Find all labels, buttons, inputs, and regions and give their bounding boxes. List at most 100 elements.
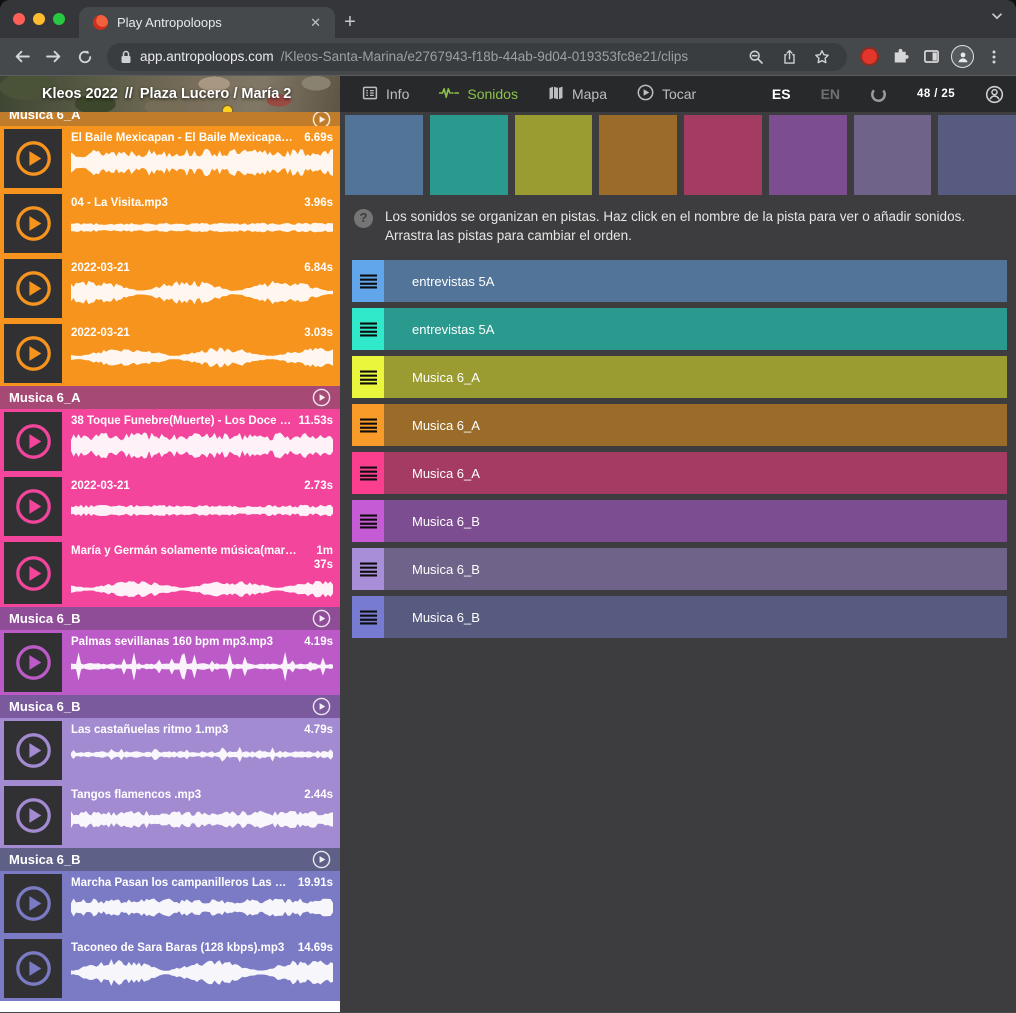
account-icon[interactable] [985,85,1004,104]
track-row-bar[interactable]: Musica 6_B [384,596,1007,638]
track-row[interactable]: entrevistas 5A [352,308,1007,350]
clip-play-button[interactable] [4,874,62,933]
map-header[interactable]: Kleos 2022 // Plaza Lucero / María 2 [0,76,340,112]
browser-menu-kebab-icon[interactable] [979,43,1008,71]
track-pad[interactable] [430,115,508,195]
clip-waveform [71,956,333,989]
section-play-icon[interactable] [312,112,331,126]
clip-play-button[interactable] [4,412,62,471]
clip-play-button[interactable] [4,324,62,383]
track-row[interactable]: Musica 6_A [352,356,1007,398]
clip-item[interactable]: Taconeo de Sara Baras (128 kbps).mp314.6… [0,936,340,1001]
clip-item[interactable]: María y Germán solamente música(maría 2.… [0,539,340,607]
track-row-bar[interactable]: entrevistas 5A [384,260,1007,302]
chevron-down-icon[interactable] [990,9,1004,28]
clip-item[interactable]: 2022-03-213.03s [0,321,340,386]
tab-close-icon[interactable]: ✕ [306,13,325,33]
section-play-icon[interactable] [312,609,331,628]
clip-section-header[interactable]: Musica 6_B [0,607,340,630]
nav-mapa[interactable]: Mapa [548,85,607,104]
clip-section-header[interactable]: Musica 6_A [0,112,340,126]
lang-es-button[interactable]: ES [772,86,791,102]
clip-duration: 11.53s [298,414,333,428]
lang-en-button[interactable]: EN [821,86,840,102]
drag-handle[interactable] [352,548,384,590]
drag-handle[interactable] [352,500,384,542]
track-row-bar[interactable]: Musica 6_A [384,452,1007,494]
clip-item[interactable]: 38 Toque Funebre(Muerte) - Los Doce Par.… [0,409,340,474]
nav-tocar[interactable]: Tocar [637,84,696,104]
track-row-bar[interactable]: Musica 6_B [384,548,1007,590]
extensions-puzzle-icon[interactable] [886,43,915,71]
track-pad[interactable] [769,115,847,195]
clip-waveform [71,891,333,924]
clip-item[interactable]: 2022-03-212.73s [0,474,340,539]
track-pad[interactable] [599,115,677,195]
track-row[interactable]: Musica 6_B [352,596,1007,638]
close-window-button[interactable] [13,13,25,25]
clip-item[interactable]: 04 - La Visita.mp33.96s [0,191,340,256]
drag-handle[interactable] [352,596,384,638]
clip-play-button[interactable] [4,194,62,253]
track-row[interactable]: Musica 6_A [352,452,1007,494]
track-row[interactable]: Musica 6_B [352,500,1007,542]
clip-play-button[interactable] [4,129,62,188]
track-row-bar[interactable]: entrevistas 5A [384,308,1007,350]
clip-play-button[interactable] [4,477,62,536]
clip-play-button[interactable] [4,939,62,998]
drag-handle[interactable] [352,308,384,350]
track-row[interactable]: entrevistas 5A [352,260,1007,302]
clip-section-header[interactable]: Musica 6_A [0,386,340,409]
track-pad[interactable] [854,115,932,195]
clip-play-button[interactable] [4,721,62,780]
nav-sonidos[interactable]: Sonidos [439,85,518,104]
drag-handle[interactable] [352,356,384,398]
track-row-bar[interactable]: Musica 6_A [384,356,1007,398]
clip-play-button[interactable] [4,786,62,845]
zoom-icon[interactable] [743,49,769,65]
track-row-label: entrevistas 5A [412,322,494,337]
main-area: Musica 6_AEl Baile Mexicapan - El Baile … [0,112,1016,1012]
clip-section-header[interactable]: Musica 6_B [0,848,340,871]
clip-item[interactable]: Palmas sevillanas 160 bpm mp3.mp34.19s [0,630,340,695]
fullscreen-window-button[interactable] [53,13,65,25]
drag-handle[interactable] [352,452,384,494]
nav-info[interactable]: Info [362,85,409,104]
record-extension-icon[interactable] [862,49,877,64]
drag-handle[interactable] [352,404,384,446]
browser-tab[interactable]: Play Antropoloops ✕ [79,7,335,38]
reload-button[interactable] [70,43,99,71]
profile-avatar[interactable] [951,45,974,68]
forward-button[interactable] [39,43,68,71]
side-panel-icon[interactable] [917,43,946,71]
track-pad[interactable] [684,115,762,195]
track-row[interactable]: Musica 6_A [352,404,1007,446]
track-row-bar[interactable]: Musica 6_B [384,500,1007,542]
url-bar[interactable]: app.antropoloops.com /Kleos-Santa-Marina… [107,43,847,71]
drag-handle[interactable] [352,260,384,302]
clip-section-header[interactable]: Musica 6_B [0,695,340,718]
clip-play-button[interactable] [4,633,62,692]
clip-item[interactable]: 2022-03-216.84s [0,256,340,321]
share-icon[interactable] [776,49,802,65]
clip-play-button[interactable] [4,259,62,318]
back-button[interactable] [8,43,37,71]
track-pad[interactable] [938,115,1016,195]
track-row-bar[interactable]: Musica 6_A [384,404,1007,446]
clip-play-button[interactable] [4,542,62,604]
clip-item[interactable]: Tangos flamencos .mp32.44s [0,783,340,848]
track-pad[interactable] [345,115,423,195]
clip-item[interactable]: El Baile Mexicapan - El Baile Mexicapan.… [0,126,340,191]
section-play-icon[interactable] [312,388,331,407]
clip-waveform [71,803,333,836]
track-rows-list: entrevistas 5A entrevistas 5A Musica 6_A Mu… [340,253,1016,638]
clip-item[interactable]: Las castañuelas ritmo 1.mp34.79s [0,718,340,783]
section-play-icon[interactable] [312,850,331,869]
bookmark-star-icon[interactable] [809,49,835,65]
new-tab-button[interactable]: + [335,7,365,37]
minimize-window-button[interactable] [33,13,45,25]
clip-item[interactable]: Marcha Pasan los campanilleros Las Mejor… [0,871,340,936]
track-row[interactable]: Musica 6_B [352,548,1007,590]
track-pad[interactable] [515,115,593,195]
section-play-icon[interactable] [312,697,331,716]
